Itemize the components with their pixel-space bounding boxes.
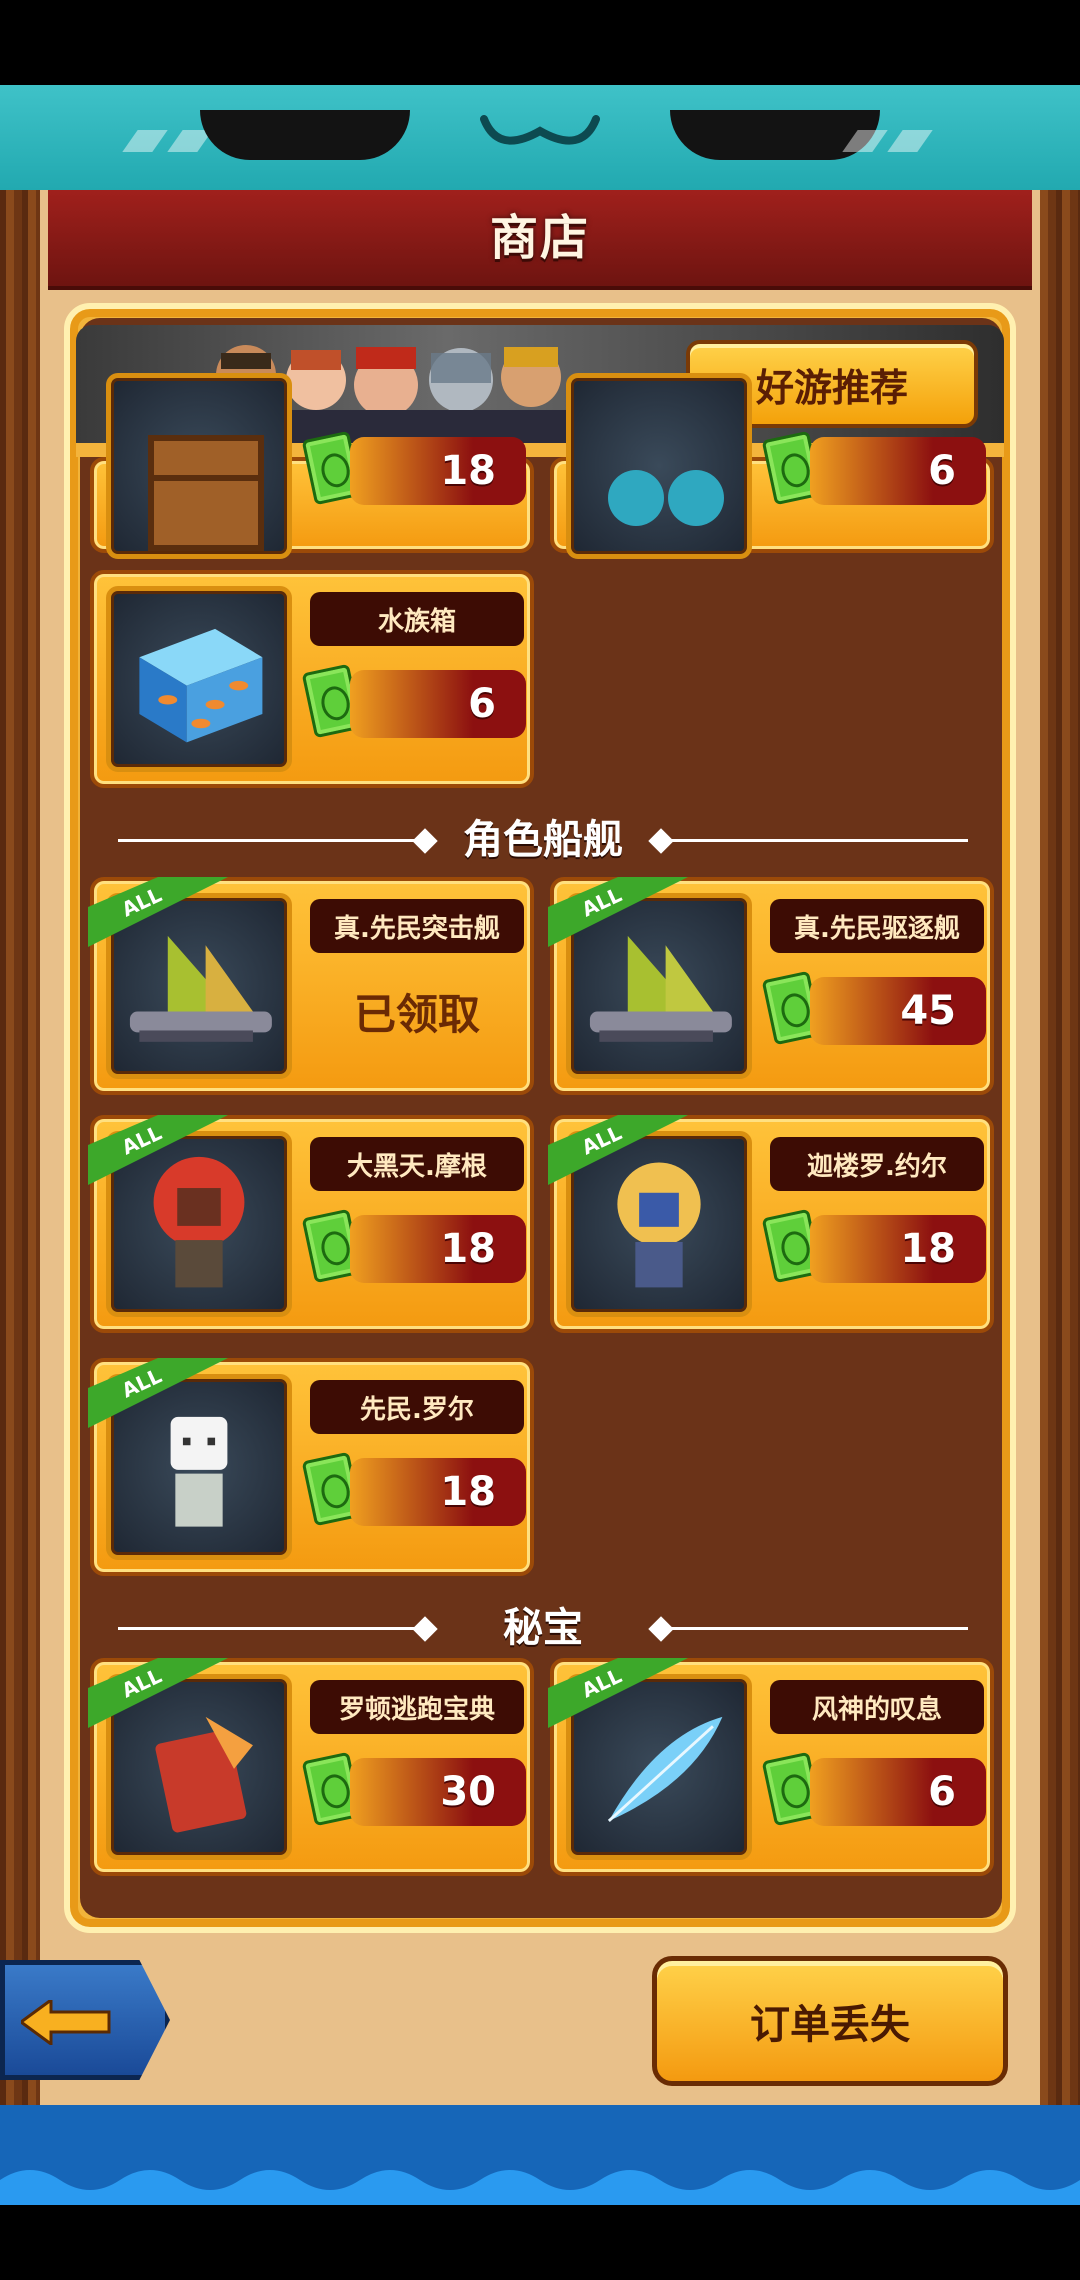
back-button[interactable] — [0, 1960, 170, 2080]
divider-line — [668, 1627, 968, 1630]
section-divider-role-ships: 角色船舰 — [118, 815, 968, 865]
item-name: 罗顿逃跑宝典 — [310, 1680, 524, 1734]
all-badge: ALL — [88, 1658, 228, 1728]
navigation-bar — [0, 2205, 1080, 2280]
item-card-aquarium[interactable]: 水族箱 6 — [90, 570, 534, 788]
decor-stripe — [887, 130, 933, 152]
all-badge: ALL — [88, 877, 228, 947]
sea-decor — [0, 2105, 1080, 2205]
item-card[interactable]: 6 — [550, 373, 994, 559]
title-bar: 商店 — [48, 190, 1032, 290]
item-card-wind-sigh[interactable]: ALL 风神的叹息 6 — [548, 1658, 994, 1876]
item-name: 真.先民驱逐舰 — [770, 899, 984, 953]
item-card-assault-ship[interactable]: ALL 真.先民突击舰 已领取 — [88, 877, 534, 1095]
item-card-rol[interactable]: ALL 先民.罗尔 18 — [88, 1358, 534, 1576]
item-price: 18 — [810, 1215, 986, 1283]
left-eye-decor — [200, 110, 410, 160]
status-bar — [0, 0, 1080, 85]
goggles-icon — [566, 373, 752, 559]
divider-line — [668, 839, 968, 842]
item-card-destroyer-ship[interactable]: ALL 真.先民驱逐舰 45 — [548, 877, 994, 1095]
page-title: 商店 — [489, 210, 590, 266]
item-price: 18 — [350, 1458, 526, 1526]
claimed-status: 已领取 — [353, 989, 480, 1039]
item-price: 6 — [810, 437, 986, 505]
wave-decor — [0, 2170, 1080, 2205]
item-name: 风神的叹息 — [770, 1680, 984, 1734]
item-price: 6 — [350, 670, 526, 738]
lost-order-button[interactable]: 订单丢失 — [652, 1956, 1008, 2086]
item-price: 45 — [810, 977, 986, 1045]
mouth-decor — [480, 115, 600, 145]
item-card-garuda[interactable]: ALL 迦楼罗.约尔 18 — [548, 1115, 994, 1333]
all-badge: ALL — [88, 1358, 228, 1428]
crate-icon — [106, 373, 292, 559]
item-name: 先民.罗尔 — [310, 1380, 524, 1434]
item-card-escape-book[interactable]: ALL 罗顿逃跑宝典 30 — [88, 1658, 534, 1876]
decor-stripe — [122, 130, 168, 152]
item-name: 迦楼罗.约尔 — [770, 1137, 984, 1191]
all-badge: ALL — [548, 877, 688, 947]
decorative-face-header — [0, 85, 1080, 190]
right-eye-decor — [670, 110, 880, 160]
item-name: 真.先民突击舰 — [310, 899, 524, 953]
all-badge: ALL — [548, 1115, 688, 1185]
all-badge: ALL — [548, 1658, 688, 1728]
back-arrow-icon — [21, 2000, 111, 2045]
item-price: 6 — [810, 1758, 986, 1826]
item-name: 水族箱 — [310, 592, 524, 646]
section-divider-treasures: 秘宝 — [118, 1603, 968, 1653]
item-price: 18 — [350, 437, 526, 505]
item-price: 30 — [350, 1758, 526, 1826]
all-badge: ALL — [88, 1115, 228, 1185]
item-card[interactable]: 18 — [90, 373, 534, 559]
item-name: 大黑天.摩根 — [310, 1137, 524, 1191]
aquarium-icon — [106, 586, 292, 772]
item-price: 18 — [350, 1215, 526, 1283]
item-card-morgan[interactable]: ALL 大黑天.摩根 18 — [88, 1115, 534, 1333]
